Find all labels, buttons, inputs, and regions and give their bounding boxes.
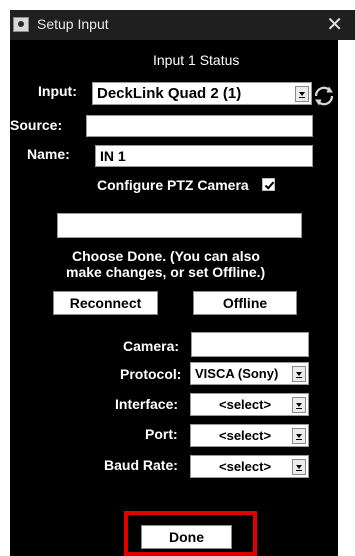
interface-value: <select> — [219, 397, 272, 412]
title-bar[interactable]: Setup Input ✕ — [10, 10, 355, 40]
window-title: Setup Input — [37, 16, 109, 32]
name-label: Name: — [27, 146, 70, 162]
camera-field[interactable] — [191, 332, 309, 357]
dropdown-arrow-icon[interactable] — [292, 366, 306, 382]
input-dropdown[interactable]: DeckLink Quad 2 (1) — [92, 82, 312, 105]
protocol-value: VISCA (Sony) — [195, 366, 279, 381]
port-dropdown[interactable]: <select> — [190, 424, 309, 447]
done-highlight-box — [124, 511, 257, 556]
ptz-checkbox[interactable] — [262, 178, 275, 191]
ptz-checkbox-label: Configure PTZ Camera — [97, 177, 249, 193]
dropdown-arrow-icon[interactable] — [295, 86, 309, 102]
reconnect-button[interactable]: Reconnect — [53, 291, 158, 315]
dropdown-arrow-icon[interactable] — [292, 397, 306, 413]
offline-button[interactable]: Offline — [193, 291, 297, 315]
interface-label: Interface: — [115, 396, 179, 412]
message-line-1: Choose Done. (You can also — [72, 248, 260, 264]
dropdown-arrow-icon[interactable] — [292, 428, 306, 444]
checkbox-check-icon — [264, 181, 275, 190]
input-label: Input: — [38, 83, 77, 99]
status-heading: Input 1 Status — [153, 52, 240, 68]
protocol-label: Protocol: — [120, 366, 182, 382]
source-field[interactable] — [86, 115, 313, 137]
interface-dropdown[interactable]: <select> — [190, 393, 309, 416]
baud-rate-label: Baud Rate: — [104, 457, 178, 473]
dropdown-arrow-icon[interactable] — [292, 459, 306, 475]
message-line-2: make changes, or set Offline.) — [66, 264, 266, 280]
close-icon[interactable]: ✕ — [326, 12, 343, 37]
status-message-box — [57, 213, 302, 238]
name-field[interactable]: IN 1 — [95, 145, 313, 167]
source-label: Source: — [10, 117, 63, 133]
setup-input-window: Setup Input ✕ Input 1 Status Input: Deck… — [0, 0, 355, 556]
input-value: DeckLink Quad 2 (1) — [97, 85, 242, 102]
baud-rate-dropdown[interactable]: <select> — [190, 455, 309, 478]
camera-label: Camera: — [123, 338, 180, 354]
port-value: <select> — [219, 428, 272, 443]
protocol-dropdown[interactable]: VISCA (Sony) — [190, 362, 309, 385]
dialog-panel: Input 1 Status Input: DeckLink Quad 2 (1… — [10, 40, 338, 556]
app-icon — [13, 17, 29, 32]
port-label: Port: — [145, 426, 178, 442]
refresh-icon[interactable] — [311, 84, 337, 108]
baud-rate-value: <select> — [219, 459, 272, 474]
